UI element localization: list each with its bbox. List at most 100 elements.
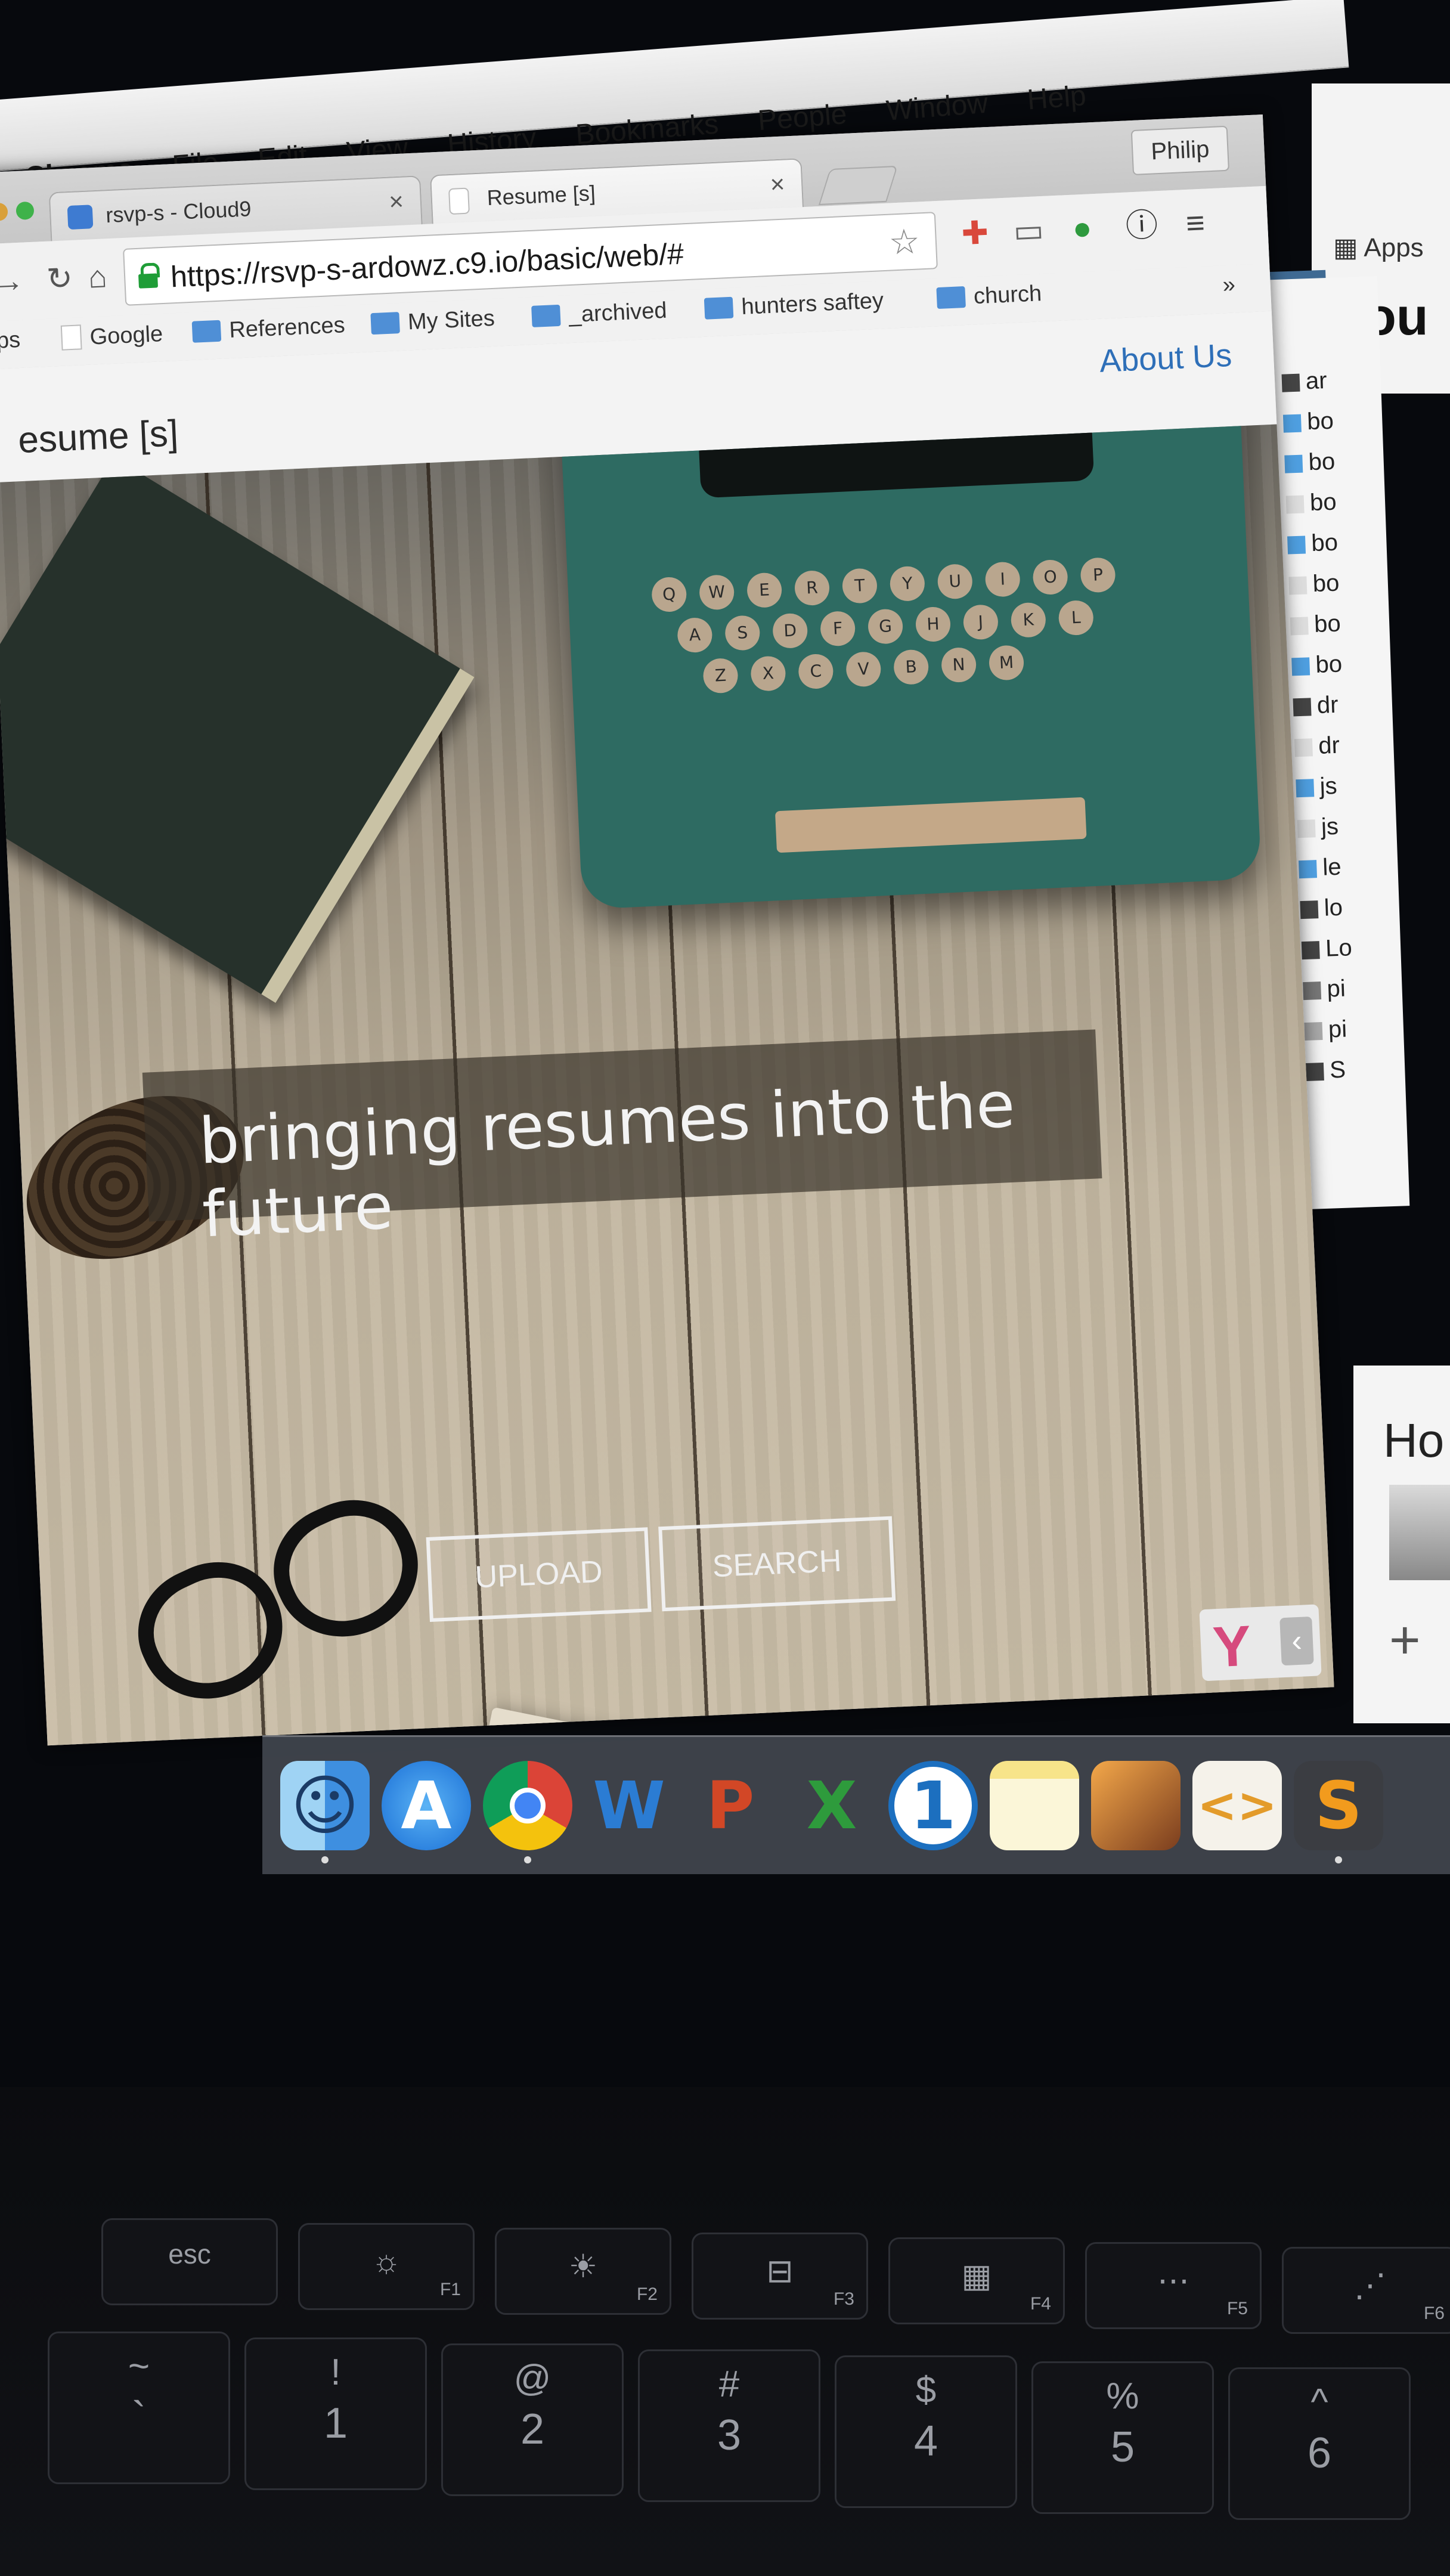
upload-button[interactable]: UPLOAD: [426, 1527, 652, 1622]
profile-button[interactable]: Philip: [1130, 125, 1230, 175]
tagline-banner: bringing resumes into the future: [142, 1029, 1102, 1252]
finder-item[interactable]: ar: [1281, 367, 1327, 396]
keyboard-fn-key[interactable]: ▦ F4: [888, 2237, 1065, 2324]
finder-item-label: bo: [1309, 488, 1337, 516]
chrome-icon[interactable]: [483, 1761, 572, 1850]
notes-icon[interactable]: [990, 1761, 1079, 1850]
keyboard-number-key[interactable]: $4: [835, 2355, 1017, 2508]
typewriter-key: I: [984, 561, 1021, 597]
finder-item[interactable]: bo: [1282, 407, 1334, 436]
home-icon[interactable]: ⌂: [88, 259, 108, 295]
keyboard-number-key[interactable]: #3: [638, 2349, 820, 2502]
keyboard-fn-key[interactable]: ⋰ F6: [1282, 2247, 1450, 2334]
excel-icon[interactable]: X: [787, 1761, 876, 1850]
powerpoint-icon[interactable]: P: [686, 1761, 775, 1850]
finder-item-label: le: [1322, 853, 1342, 881]
keyboard-fn-key[interactable]: ☀ F2: [495, 2228, 671, 2315]
search-button[interactable]: SEARCH: [658, 1516, 896, 1612]
bookmark-my-sites[interactable]: My Sites: [370, 306, 495, 337]
key-main-symbol: 6: [1307, 2429, 1332, 2477]
finder-item[interactable]: bo: [1287, 530, 1339, 558]
reload-icon[interactable]: ↻: [46, 261, 73, 298]
chevron-left-icon[interactable]: ‹: [1279, 1616, 1314, 1666]
close-tab-icon[interactable]: ×: [388, 187, 404, 216]
finder-item[interactable]: pi: [1304, 1016, 1347, 1044]
keyboard-fn-key[interactable]: esc: [101, 2218, 278, 2305]
bookmark-google[interactable]: Google: [60, 321, 163, 352]
keyboard-fn-key[interactable]: ⊟ F3: [692, 2233, 868, 2320]
keyboard-number-key[interactable]: % 5: [1031, 2361, 1214, 2514]
finder-item[interactable]: js: [1296, 773, 1337, 801]
nav-about-us-link[interactable]: About Us: [1099, 337, 1233, 380]
bookmark-references[interactable]: References: [191, 312, 346, 345]
keyboard-number-key[interactable]: ^ 6: [1228, 2367, 1411, 2520]
menu-window[interactable]: Window: [885, 87, 989, 128]
close-tab-icon[interactable]: ×: [770, 170, 786, 199]
bookmark-label: References: [228, 312, 346, 343]
finder-item[interactable]: pi: [1303, 976, 1346, 1004]
bookmark-archived[interactable]: _archived: [531, 298, 667, 330]
finder-item-label: bo: [1306, 407, 1334, 435]
iphoto-icon[interactable]: [1091, 1761, 1181, 1850]
finder-item[interactable]: bo: [1288, 570, 1340, 599]
keyboard-fn-key[interactable]: ⋯ F5: [1085, 2242, 1262, 2329]
key-shift-symbol: ~: [128, 2346, 150, 2387]
menu-help[interactable]: Help: [1026, 79, 1088, 116]
typewriter-key: C: [798, 653, 834, 690]
finder-item-label: pi: [1328, 1015, 1347, 1043]
keyboard-fn-key[interactable]: ☼ F1: [298, 2223, 475, 2310]
apps-shortcut[interactable]: ▦ Apps: [1333, 233, 1424, 263]
file-icon: [1288, 576, 1308, 595]
finder-item[interactable]: bo: [1285, 489, 1337, 518]
site-brand[interactable]: esume [s]: [17, 412, 179, 462]
bookmark-label: hunters saftey: [741, 288, 884, 320]
page-favicon-icon: [448, 187, 470, 215]
bookmarks-overflow-button[interactable]: »: [1222, 272, 1236, 298]
bookmark-star-icon[interactable]: ☆: [888, 221, 921, 262]
bookmark-hunters-saftey[interactable]: hunters saftey: [704, 288, 884, 322]
profile-photo: [1389, 1485, 1450, 1580]
tab-label: rsvp-s - Cloud9: [105, 196, 252, 228]
finder-item[interactable]: lo: [1300, 894, 1343, 922]
word-icon[interactable]: W: [584, 1761, 674, 1850]
typewriter-key: Z: [702, 657, 739, 694]
finder-item[interactable]: Lo: [1301, 934, 1352, 963]
typewriter-key: S: [724, 615, 761, 651]
evernote-icon[interactable]: ●: [1064, 210, 1101, 246]
sublime-text-icon[interactable]: S: [1294, 1761, 1383, 1850]
bookmark-apps[interactable]: pps: [0, 327, 21, 355]
bookmark-church[interactable]: church: [936, 281, 1042, 311]
coda-icon[interactable]: <>: [1192, 1761, 1282, 1850]
finder-item[interactable]: bo: [1291, 651, 1343, 679]
extension-puzzle-icon[interactable]: ✚: [957, 215, 993, 252]
bookmark-label: _archived: [568, 298, 668, 328]
keyboard-number-key[interactable]: ~ `: [48, 2332, 230, 2484]
key-symbol: ⋰: [1354, 2268, 1386, 2303]
cast-icon[interactable]: ▭: [1011, 212, 1047, 249]
zoom-icon[interactable]: [16, 201, 35, 221]
onepassword-extension-icon[interactable]: ⓘ: [1124, 207, 1160, 244]
app-store-icon[interactable]: A: [382, 1761, 471, 1850]
hero-tagline: bringing resumes into the future: [197, 1067, 1017, 1252]
finder-item[interactable]: js: [1297, 813, 1339, 841]
minimize-icon[interactable]: [0, 202, 8, 222]
finder-icon[interactable]: ☺: [280, 1761, 370, 1850]
finder-item[interactable]: bo: [1290, 611, 1341, 639]
finder-item[interactable]: S: [1305, 1057, 1346, 1085]
typewriter-key: B: [893, 649, 930, 686]
onepassword-icon[interactable]: 1: [888, 1761, 978, 1850]
finder-item[interactable]: dr: [1294, 732, 1340, 761]
keyboard-number-key[interactable]: ! 1: [244, 2337, 427, 2490]
forward-icon[interactable]: →: [0, 263, 25, 300]
menu-people[interactable]: People: [757, 98, 848, 137]
menu-hamburger-icon[interactable]: ≡: [1178, 205, 1214, 242]
running-indicator: [524, 1856, 531, 1863]
add-icon[interactable]: +: [1389, 1610, 1421, 1671]
new-tab-button[interactable]: [818, 165, 898, 205]
finder-item[interactable]: bo: [1284, 448, 1336, 477]
yoast-widget[interactable]: Y ‹: [1199, 1604, 1322, 1682]
finder-item[interactable]: dr: [1293, 692, 1339, 720]
finder-item[interactable]: le: [1299, 854, 1342, 882]
keyboard-number-key[interactable]: @2: [441, 2343, 624, 2496]
page-icon: [60, 324, 82, 351]
